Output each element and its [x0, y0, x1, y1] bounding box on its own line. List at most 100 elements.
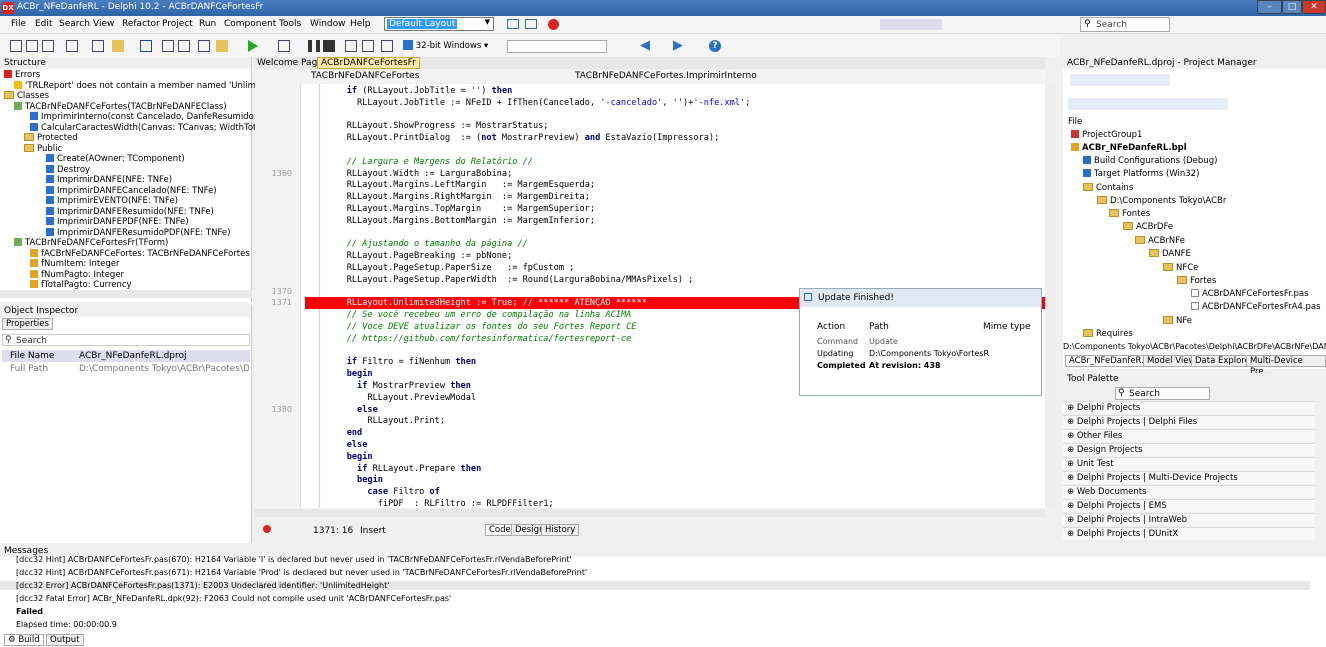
- code-line[interactable]: RLLayout.Print;: [326, 416, 445, 428]
- tab-acbrdanfcefortesfr[interactable]: ACBrDANFCeFortesFr: [317, 57, 420, 69]
- message-line[interactable]: [dcc32 Error] ACBrDANFCeFortesFr.pas(137…: [0, 581, 1310, 590]
- palette-category[interactable]: ⊕ Delphi Projects: [1063, 401, 1315, 414]
- structure-item[interactable]: Public: [24, 143, 62, 154]
- tab-welcome-page[interactable]: Welcome Page: [257, 58, 323, 68]
- code-line[interactable]: end: [326, 428, 363, 440]
- help-icon[interactable]: ?: [709, 40, 721, 52]
- project-tree-item[interactable]: ACBrDANFCeFortesFrA4.pas: [1191, 302, 1321, 312]
- pm-toolbar[interactable]: [1070, 74, 1170, 86]
- code-line[interactable]: begin: [326, 452, 373, 464]
- palette-category[interactable]: ⊕ Unit Test: [1063, 457, 1315, 470]
- inspector-search-input[interactable]: ⚲ Search: [2, 334, 250, 346]
- save-icon[interactable]: [42, 40, 54, 52]
- menu-file[interactable]: File: [11, 19, 26, 29]
- maximize-button[interactable]: □: [1282, 0, 1302, 14]
- back-arrow-icon[interactable]: ◀: [640, 38, 650, 53]
- code-line[interactable]: RLLayout.PageBreaking := pbNone;: [326, 251, 513, 263]
- project-tree-item[interactable]: ACBrDFe: [1123, 222, 1173, 232]
- run-to-cursor-icon[interactable]: [381, 40, 393, 52]
- layout-save-icon[interactable]: [507, 19, 519, 29]
- top-search-input[interactable]: ⚲ Search: [1080, 17, 1170, 32]
- code-line[interactable]: RLLayout.Margins.BottomMargin := MargemI…: [326, 216, 595, 228]
- tab-pm-project[interactable]: ACBr_NFeDanfeR...: [1065, 355, 1154, 367]
- code-line[interactable]: if Filtro = fiNenhum then: [326, 357, 476, 369]
- inspector-row[interactable]: File Name ACBr_NFeDanfeRL.dproj: [2, 350, 250, 362]
- inspector-row[interactable]: Full Path D:\Components Tokyo\ACBr\Pacot…: [2, 363, 250, 375]
- structure-item[interactable]: 'TRLReport' does not contain a member na…: [14, 80, 256, 91]
- palette-category[interactable]: ⊕ Other Files: [1063, 429, 1315, 442]
- toggle-form-icon[interactable]: [162, 40, 174, 52]
- structure-item[interactable]: TACBrNFeDANFCeFortesFr(TForm): [14, 238, 168, 248]
- menu-component[interactable]: Component: [224, 19, 276, 29]
- code-line[interactable]: RLLayout.Margins.LeftMargin := MargemEsq…: [326, 180, 595, 192]
- structure-item[interactable]: ImprimirDANFECancelado(NFE: TNFe): [46, 185, 217, 196]
- project-tree-item[interactable]: Requires: [1083, 329, 1133, 339]
- project-tree-item[interactable]: Fortes: [1177, 276, 1216, 286]
- code-line[interactable]: // Se você recebeu um erro de compilação…: [326, 310, 632, 322]
- code-line[interactable]: begin: [326, 475, 383, 487]
- search-files-icon[interactable]: [66, 40, 78, 52]
- structure-item[interactable]: fTotalPagto: Currency: [30, 280, 132, 290]
- pause-icon[interactable]: [308, 40, 320, 52]
- stop-icon[interactable]: [548, 19, 559, 30]
- code-line[interactable]: RLLayout.PrintDialog := (not MostrarPrev…: [326, 133, 720, 145]
- project-tree-item[interactable]: DANFE: [1149, 249, 1191, 259]
- close-button[interactable]: ✕: [1302, 0, 1326, 14]
- layout-select[interactable]: Default Layout ▼: [384, 17, 494, 31]
- open-file-icon[interactable]: [216, 40, 228, 52]
- view-form-icon[interactable]: [198, 40, 210, 52]
- menu-help[interactable]: Help: [350, 19, 371, 29]
- code-line[interactable]: RLLayout.ShowProgress := MostrarStatus;: [326, 121, 549, 133]
- code-line[interactable]: // https://github.com/fortesinformatica/…: [326, 334, 632, 346]
- structure-item[interactable]: Create(AOwner: TComponent): [46, 154, 185, 164]
- menu-edit[interactable]: Edit: [35, 19, 52, 29]
- code-line[interactable]: RLLayout.Margins.TopMargin := MargemSupe…: [326, 204, 595, 216]
- project-tree-item[interactable]: Target Platforms (Win32): [1083, 169, 1199, 179]
- open-icon[interactable]: [26, 40, 38, 52]
- editor-hscrollbar[interactable]: [255, 509, 1045, 517]
- palette-category[interactable]: ⊕ Delphi Projects | IntraWeb: [1063, 513, 1315, 526]
- structure-item[interactable]: fNumPagto: Integer: [30, 269, 124, 280]
- tab-output[interactable]: Output: [46, 634, 84, 646]
- pm-toolbar-2[interactable]: [1068, 98, 1228, 110]
- menu-view[interactable]: View: [93, 19, 114, 29]
- structure-item[interactable]: ImprimirDANFEResumidoPDF(NFE: TNFe): [46, 227, 230, 238]
- menu-refactor[interactable]: Refactor: [122, 19, 160, 29]
- structure-hscrollbar[interactable]: [0, 290, 252, 298]
- message-line[interactable]: Elapsed time: 00:00:00.9: [16, 620, 117, 629]
- palette-category[interactable]: ⊕ Delphi Projects | Delphi Files: [1063, 415, 1315, 428]
- message-line[interactable]: [dcc32 Fatal Error] ACBr_NFeDanfeRL.dpk(…: [16, 594, 451, 603]
- project-tree-item[interactable]: Contains: [1083, 183, 1133, 193]
- minimize-button[interactable]: –: [1257, 0, 1282, 14]
- structure-item[interactable]: fACBrNFeDANFCeFortes: TACBrNFeDANFCeFort…: [30, 248, 250, 259]
- message-line[interactable]: [dcc32 Hint] ACBrDANFCeFortesFr.pas(671)…: [16, 568, 587, 577]
- code-line[interactable]: RLLayout.Margins.RightMargin := MargemDi…: [326, 192, 590, 204]
- structure-item[interactable]: ImprimirDANFEResumido(NFE: TNFe): [46, 206, 214, 217]
- new-icon[interactable]: [10, 40, 22, 52]
- platform-select[interactable]: 32-bit Windows ▾: [403, 40, 503, 53]
- code-line[interactable]: // Largura e Margens do Relatório //: [326, 157, 533, 169]
- message-line[interactable]: [dcc32 Hint] ACBrDANFCeFortesFr.pas(670)…: [16, 555, 572, 564]
- code-line[interactable]: if (RLLayout.JobTitle = '') then: [326, 86, 513, 98]
- structure-item[interactable]: Errors: [4, 70, 40, 80]
- run-without-debug-icon[interactable]: [278, 40, 290, 52]
- menu-search[interactable]: Search: [59, 19, 90, 29]
- class-select[interactable]: TACBrNFeDANFCeFortes: [311, 71, 419, 81]
- palette-search-input[interactable]: ⚲ Search: [1115, 387, 1210, 400]
- stop-run-icon[interactable]: [323, 40, 335, 52]
- code-line[interactable]: RLLayout.JobTitle := NFeID + IfThen(Canc…: [326, 98, 750, 110]
- structure-item[interactable]: ImprimirInterno(const Cancelado, DanfeRe…: [30, 112, 257, 122]
- code-line[interactable]: if RLLayout.Prepare then: [326, 464, 481, 476]
- config-select[interactable]: [507, 40, 607, 53]
- structure-item[interactable]: Destroy: [46, 164, 90, 175]
- structure-item[interactable]: ImprimirEVENTO(NFE: TNFe): [46, 196, 178, 206]
- code-line[interactable]: RLLayout.PageSetup.PaperWidth := Round(L…: [326, 275, 694, 287]
- code-line[interactable]: // Ajustando o tamanho da página //: [326, 239, 528, 251]
- message-line[interactable]: Failed: [16, 607, 43, 616]
- menu-window[interactable]: Window: [310, 19, 346, 29]
- save-all-icon[interactable]: [140, 40, 152, 52]
- menu-project[interactable]: Project: [162, 19, 193, 29]
- project-tree-item[interactable]: ACBrDANFCeFortesFr.pas: [1191, 289, 1309, 299]
- toolbar-icons[interactable]: [880, 19, 942, 30]
- project-tree-item[interactable]: Fontes: [1109, 209, 1150, 219]
